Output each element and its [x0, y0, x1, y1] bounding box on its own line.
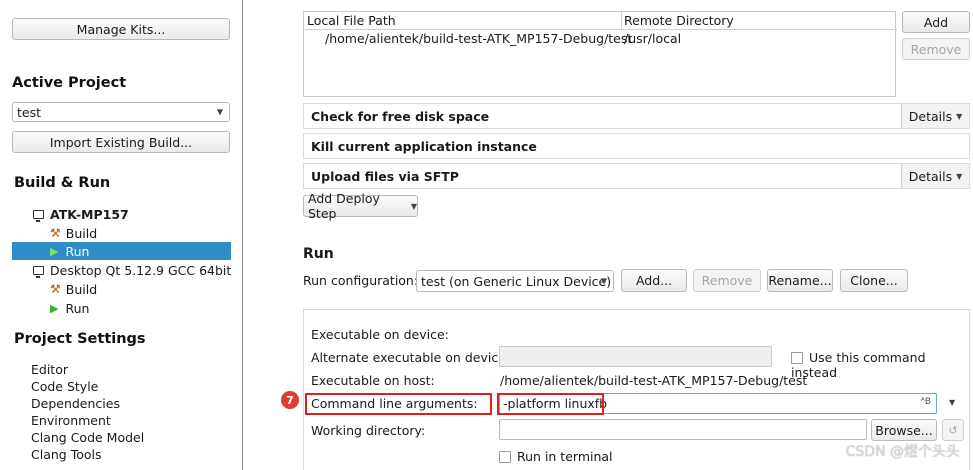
- run-icon: ▶: [50, 301, 59, 315]
- project-combo-value: test: [17, 104, 42, 120]
- project-settings-heading: Project Settings: [14, 331, 146, 347]
- kit-atk-mp157-run[interactable]: ▶ Run: [12, 242, 231, 260]
- run-heading: Run: [303, 246, 334, 262]
- exec-on-host-value: /home/alientek/build-test-ATK_MP157-Debu…: [500, 373, 808, 388]
- hammer-icon: ⚒: [50, 226, 61, 240]
- run-config-label: Run configuration:: [303, 273, 419, 288]
- run-icon: ▶: [50, 244, 59, 258]
- settings-item-clang-code-model[interactable]: Clang Code Model: [31, 430, 144, 445]
- build-run-heading: Build & Run: [14, 175, 111, 191]
- variable-chooser-icon[interactable]: ᴬB: [921, 397, 931, 407]
- checkbox-box[interactable]: [499, 451, 511, 463]
- add-run-config-button[interactable]: Add...: [621, 269, 687, 292]
- remove-file-button[interactable]: Remove: [902, 38, 970, 60]
- kit-atk-mp157[interactable]: ATK-MP157: [33, 205, 129, 223]
- run-label: Run: [65, 300, 90, 316]
- sidebar: Manage Kits... Active Project test ▼ Imp…: [0, 0, 243, 470]
- run-in-terminal-checkbox[interactable]: Run in terminal: [499, 449, 613, 464]
- kit-name: Desktop Qt 5.12.9 GCC 64bit: [50, 262, 232, 278]
- project-combo[interactable]: test ▼: [12, 102, 230, 122]
- run-label: Run: [65, 243, 90, 259]
- build-label: Build: [65, 225, 98, 241]
- highlight-box-value: [497, 393, 604, 415]
- remove-run-config-button[interactable]: Remove: [693, 269, 761, 292]
- manage-kits-button[interactable]: Manage Kits...: [12, 18, 230, 40]
- exec-on-device-label: Executable on device:: [311, 327, 449, 342]
- working-dir-label: Working directory:: [311, 423, 426, 438]
- hammer-icon: ⚒: [50, 282, 61, 296]
- settings-item-environment[interactable]: Environment: [31, 413, 111, 428]
- kit-desktop-qt-run[interactable]: ▶ Run: [50, 299, 89, 317]
- run-config-value: test (on Generic Linux Device): [421, 273, 612, 289]
- working-dir-input[interactable]: [499, 419, 867, 440]
- chevron-down-icon: ▼: [600, 276, 607, 286]
- reset-icon[interactable]: ↺: [942, 419, 964, 441]
- settings-item-editor[interactable]: Editor: [31, 362, 68, 377]
- add-deploy-step-label: Add Deploy Step: [308, 191, 380, 221]
- deploy-step-label: Check for free disk space: [311, 108, 490, 124]
- add-deploy-step-button[interactable]: Add Deploy Step ▼: [303, 191, 418, 221]
- annotation-marker: 7: [281, 391, 299, 409]
- watermark: CSDN @煜个头头: [845, 444, 960, 460]
- rename-run-config-button[interactable]: Rename...: [767, 269, 833, 292]
- add-file-button[interactable]: Add: [902, 11, 970, 33]
- deploy-step-upload-sftp[interactable]: Upload files via SFTP Details ▼: [303, 163, 970, 189]
- kit-desktop-qt[interactable]: Desktop Qt 5.12.9 GCC 64bit: [33, 261, 231, 279]
- kit-desktop-qt-build[interactable]: ⚒ Build: [50, 280, 97, 298]
- chevron-down-icon: ▼: [956, 171, 963, 181]
- details-label: Details: [908, 168, 953, 184]
- import-existing-build-button[interactable]: Import Existing Build...: [12, 131, 230, 153]
- clone-run-config-button[interactable]: Clone...: [840, 269, 908, 292]
- alt-exec-label: Alternate executable on device:: [311, 350, 511, 365]
- deploy-files-table: Local File Path Remote Directory /home/a…: [303, 11, 897, 97]
- build-label: Build: [65, 281, 98, 297]
- details-label: Details: [908, 108, 953, 124]
- deploy-step-label: Kill current application instance: [311, 138, 537, 154]
- use-command-checkbox[interactable]: Use this command instead: [791, 350, 973, 380]
- monitor-icon: [33, 209, 44, 222]
- kit-name: ATK-MP157: [50, 206, 129, 222]
- deploy-step-check-disk-space[interactable]: Check for free disk space Details ▼: [303, 103, 970, 129]
- monitor-icon: [33, 265, 44, 278]
- active-project-heading: Active Project: [12, 75, 127, 91]
- details-button[interactable]: Details ▼: [901, 104, 969, 128]
- settings-item-clang-tools[interactable]: Clang Tools: [31, 447, 101, 462]
- table-cell-remote-dir[interactable]: /usr/local: [624, 31, 681, 47]
- kit-atk-mp157-build[interactable]: ⚒ Build: [50, 224, 97, 242]
- chevron-down-icon: ▼: [410, 201, 417, 211]
- run-in-terminal-label: Run in terminal: [517, 449, 613, 464]
- column-header-remote-dir[interactable]: Remote Directory: [622, 12, 897, 30]
- chevron-down-icon: ▼: [956, 111, 963, 121]
- settings-item-dependencies[interactable]: Dependencies: [31, 396, 120, 411]
- chevron-down-icon: ▼: [216, 107, 223, 117]
- chevron-down-icon[interactable]: ▼: [949, 398, 955, 407]
- highlight-box-label: [305, 393, 492, 415]
- details-button[interactable]: Details ▼: [901, 164, 969, 188]
- settings-item-code-style[interactable]: Code Style: [31, 379, 98, 394]
- checkbox-box[interactable]: [791, 352, 803, 364]
- deploy-step-label: Upload files via SFTP: [311, 168, 459, 184]
- run-config-combo[interactable]: test (on Generic Linux Device) ▼: [416, 270, 614, 292]
- use-command-label: Use this command instead: [791, 350, 926, 380]
- table-cell-local-path[interactable]: /home/alientek/build-test-ATK_MP157-Debu…: [325, 31, 632, 47]
- alt-exec-input[interactable]: [499, 346, 772, 367]
- column-header-local-path[interactable]: Local File Path: [304, 12, 622, 30]
- exec-on-host-label: Executable on host:: [311, 373, 435, 388]
- deploy-step-kill-instance[interactable]: Kill current application instance: [303, 133, 970, 159]
- browse-button[interactable]: Browse...: [871, 419, 937, 441]
